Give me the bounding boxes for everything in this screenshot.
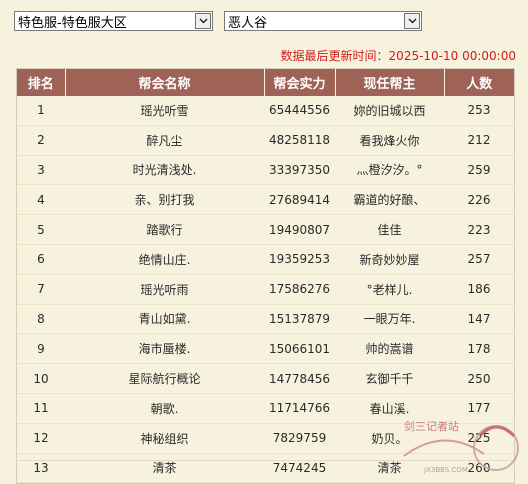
cell-guild-power: 65444556 xyxy=(264,96,335,126)
cell-guild-name: 海市蜃楼. xyxy=(65,333,264,365)
table-row: 7 瑶光听雨 17586276 °老样儿. 186 xyxy=(17,274,514,305)
table-row: 1 瑶光听雪 65444556 妳的旧城以西 253 xyxy=(17,96,514,126)
table-row: 8 青山如黛. 15137879 一眼万年. 147 xyxy=(17,304,514,335)
cell-guild-leader: °老样儿. xyxy=(335,274,444,305)
cell-rank: 11 xyxy=(17,393,65,424)
cell-guild-name: 绝情山庄. xyxy=(65,244,264,275)
cell-rank: 4 xyxy=(17,184,65,216)
cell-guild-leader: 新奇妙妙屋 xyxy=(335,244,444,275)
cell-guild-leader: 妳的旧城以西 xyxy=(335,96,444,126)
region-select[interactable]: 恶人谷 xyxy=(224,11,422,31)
cell-guild-leader: 玄御千千 xyxy=(335,363,444,394)
table-header-row: 排名 帮会名称 帮会实力 现任帮主 人数 xyxy=(17,69,514,96)
table-row: 6 绝情山庄. 19359253 新奇妙妙屋 257 xyxy=(17,244,514,275)
cell-rank: 7 xyxy=(17,274,65,305)
cell-guild-name: 青山如黛. xyxy=(65,304,264,335)
cell-member-count: 225 xyxy=(444,423,514,454)
cell-guild-leader: 灬橙汐汐。° xyxy=(335,155,444,186)
cell-rank: 1 xyxy=(17,96,65,126)
cell-guild-power: 15066101 xyxy=(264,333,335,365)
cell-guild-name: 瑶光听雪 xyxy=(65,96,264,126)
cell-guild-power: 48258118 xyxy=(264,125,335,156)
cell-member-count: 250 xyxy=(444,363,514,394)
header-guild-leader: 现任帮主 xyxy=(335,69,445,96)
cell-member-count: 178 xyxy=(444,333,514,365)
table-row: 12 神秘组织 7829759 奶贝。 225 xyxy=(17,423,514,454)
cell-guild-power: 19490807 xyxy=(264,214,335,245)
cell-guild-leader: 看我烽火你 xyxy=(335,125,444,156)
cell-guild-name: 瑶光听雨 xyxy=(65,274,264,305)
cell-guild-name: 醉凡尘 xyxy=(65,125,264,156)
cell-guild-name: 清茶 xyxy=(65,453,264,484)
table-row: 13 清茶 7474245 清茶 260 xyxy=(17,453,514,484)
cell-rank: 13 xyxy=(17,453,65,484)
chevron-down-icon[interactable] xyxy=(195,13,211,29)
header-guild-name: 帮会名称 xyxy=(65,69,265,96)
cell-rank: 3 xyxy=(17,155,65,186)
header-guild-power: 帮会实力 xyxy=(264,69,336,96)
cell-guild-power: 15137879 xyxy=(264,304,335,335)
cell-guild-leader: 帅的嵩谱 xyxy=(335,333,444,365)
header-member-count: 人数 xyxy=(444,69,514,96)
cell-member-count: 147 xyxy=(444,304,514,335)
cell-guild-power: 33397350 xyxy=(264,155,335,186)
last-update-text: 数据最后更新时间：2025-10-10 00:00:00 xyxy=(280,49,516,63)
cell-member-count: 223 xyxy=(444,214,514,245)
cell-rank: 8 xyxy=(17,304,65,335)
cell-member-count: 186 xyxy=(444,274,514,305)
cell-guild-power: 7829759 xyxy=(264,423,335,454)
cell-member-count: 226 xyxy=(444,184,514,216)
cell-member-count: 177 xyxy=(444,393,514,424)
table-row: 10 星际航行概论 14778456 玄御千千 250 xyxy=(17,363,514,394)
cell-rank: 6 xyxy=(17,244,65,275)
cell-guild-leader: 清茶 xyxy=(335,453,444,484)
guild-ranking-table: 排名 帮会名称 帮会实力 现任帮主 人数 1 瑶光听雪 65444556 妳的旧城以西… xyxy=(16,68,515,484)
server-select[interactable]: 特色服-特色服大区 xyxy=(14,11,213,31)
cell-rank: 2 xyxy=(17,125,65,156)
cell-member-count: 212 xyxy=(444,125,514,156)
table-footer-line xyxy=(16,460,513,461)
cell-guild-name: 时光清浅处. xyxy=(65,155,264,186)
cell-rank: 10 xyxy=(17,363,65,394)
cell-member-count: 253 xyxy=(444,96,514,126)
cell-guild-leader: 春山溪. xyxy=(335,393,444,424)
cell-guild-name: 神秘组织 xyxy=(65,423,264,454)
region-select-value: 恶人谷 xyxy=(228,15,268,31)
table-row: 5 踏歌行 19490807 佳佳 223 xyxy=(17,214,514,245)
cell-guild-leader: 霸道的好酿、 xyxy=(335,184,444,216)
cell-guild-leader: 佳佳 xyxy=(335,214,444,245)
cell-guild-power: 27689414 xyxy=(264,184,335,216)
cell-guild-name: 踏歌行 xyxy=(65,214,264,245)
cell-guild-power: 14778456 xyxy=(264,363,335,394)
table-row: 3 时光清浅处. 33397350 灬橙汐汐。° 259 xyxy=(17,155,514,186)
cell-guild-name: 朝歌. xyxy=(65,393,264,424)
cell-guild-name: 星际航行概论 xyxy=(65,363,264,394)
table-row: 2 醉凡尘 48258118 看我烽火你 212 xyxy=(17,125,514,156)
cell-member-count: 260 xyxy=(444,453,514,484)
header-rank: 排名 xyxy=(17,69,66,96)
cell-guild-name: 亲、别打我 xyxy=(65,184,264,216)
chevron-down-icon[interactable] xyxy=(404,13,420,29)
cell-rank: 12 xyxy=(17,423,65,454)
table-row: 11 朝歌. 11714766 春山溪. 177 xyxy=(17,393,514,424)
cell-member-count: 259 xyxy=(444,155,514,186)
cell-guild-leader: 一眼万年. xyxy=(335,304,444,335)
cell-guild-power: 17586276 xyxy=(264,274,335,305)
cell-guild-power: 7474245 xyxy=(264,453,335,484)
cell-member-count: 257 xyxy=(444,244,514,275)
table-row: 4 亲、别打我 27689414 霸道的好酿、 226 xyxy=(17,184,514,216)
cell-rank: 9 xyxy=(17,333,65,365)
cell-guild-leader: 奶贝。 xyxy=(335,423,444,454)
server-select-value: 特色服-特色服大区 xyxy=(18,15,127,31)
table-row: 9 海市蜃楼. 15066101 帅的嵩谱 178 xyxy=(17,333,514,365)
cell-guild-power: 19359253 xyxy=(264,244,335,275)
cell-guild-power: 11714766 xyxy=(264,393,335,424)
cell-rank: 5 xyxy=(17,214,65,245)
